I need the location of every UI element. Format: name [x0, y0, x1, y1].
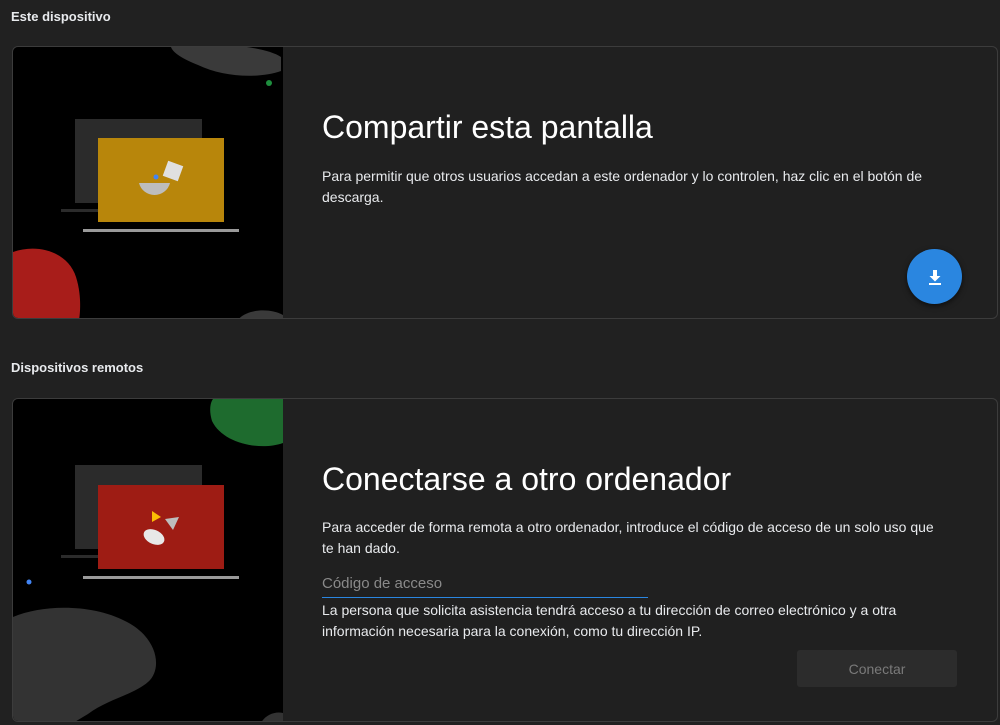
privacy-note: La persona que solicita asistencia tendr… — [322, 602, 897, 639]
access-code-field[interactable] — [322, 569, 648, 598]
download-button[interactable] — [907, 249, 962, 304]
remote-connect-description: Para acceder de forma remota a otro orde… — [322, 519, 934, 556]
download-icon — [928, 269, 941, 285]
remote-connect-title: Conectarse a otro ordenador — [322, 461, 732, 497]
share-screen-description: Para permitir que otros usuarios accedan… — [322, 168, 923, 205]
remote-connect-illustration — [13, 399, 283, 721]
connect-button[interactable]: Conectar — [797, 650, 957, 687]
share-screen-card: Compartir esta pantalla Para permitir qu… — [12, 46, 998, 319]
section-title-remote-devices: Dispositivos remotos — [11, 360, 144, 375]
remote-connect-card: Conectarse a otro ordenador Para acceder… — [12, 398, 998, 722]
share-screen-title: Compartir esta pantalla — [322, 109, 653, 145]
access-code-input[interactable] — [322, 569, 648, 597]
share-screen-illustration — [13, 47, 283, 318]
section-title-this-device: Este dispositivo — [11, 9, 111, 24]
